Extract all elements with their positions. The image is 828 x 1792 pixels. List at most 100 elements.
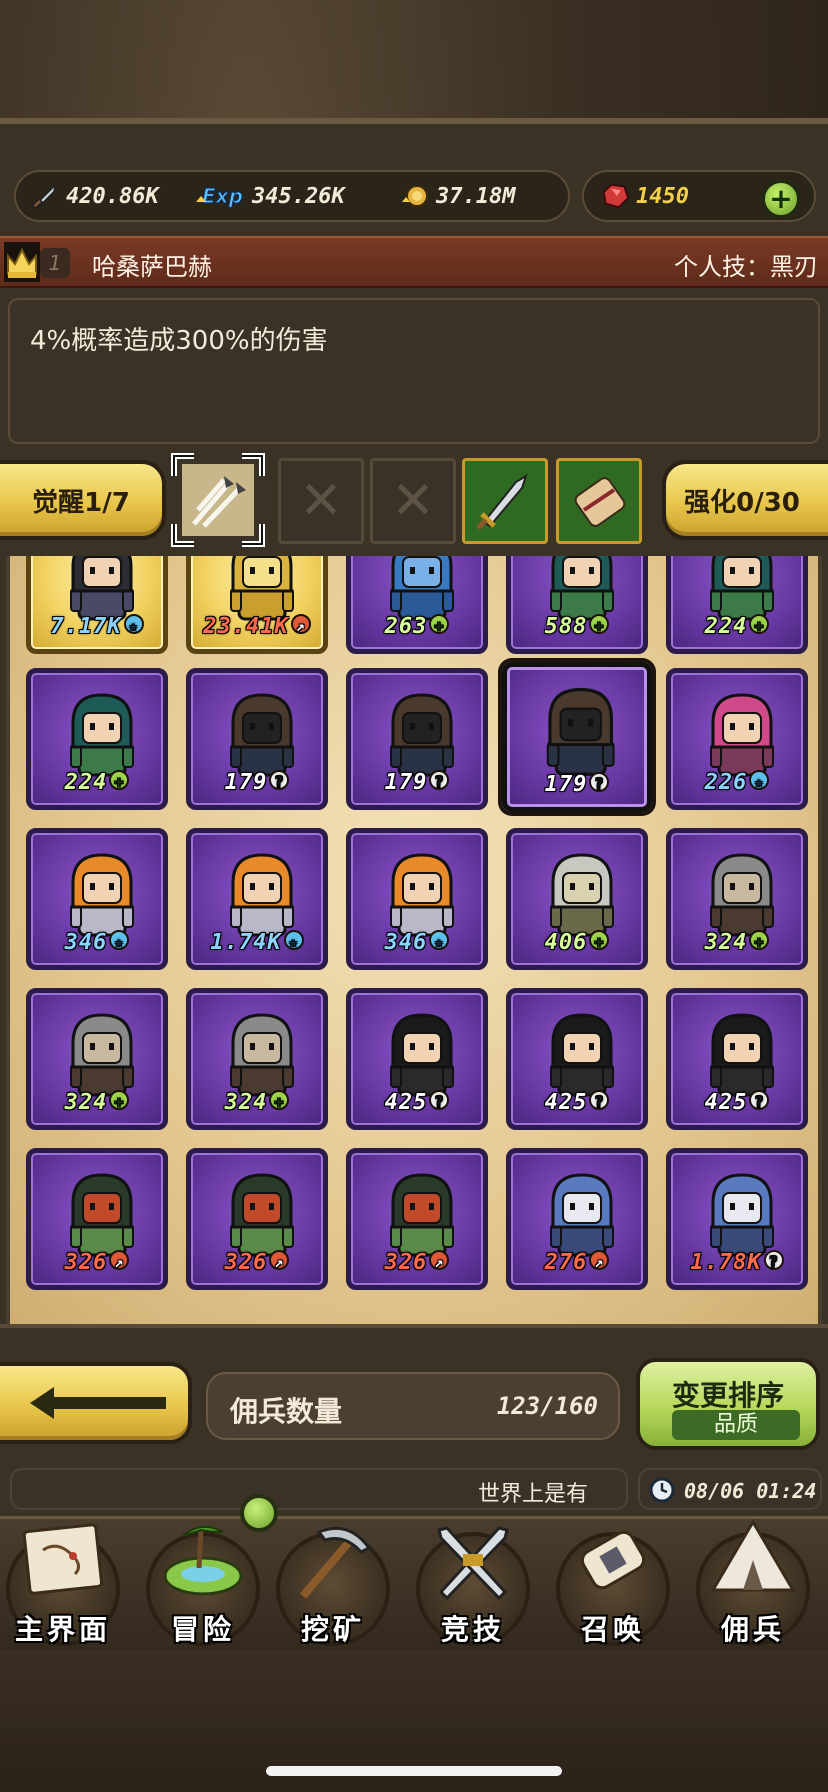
mercenary-card[interactable]: 326 ↗ [186,1148,328,1290]
mercenary-portrait-icon [710,1013,774,1097]
mercenary-level: 179? [351,770,483,795]
equip-slot-dagger[interactable] [462,458,548,544]
back-button[interactable] [0,1362,192,1444]
nav-item[interactable]: 召唤 [548,1510,678,1648]
mercenary-portrait-icon [230,1013,294,1097]
mercenary-card[interactable]: 425? [506,988,648,1130]
mercenary-card[interactable]: 346 ★ [26,828,168,970]
mercenary-level: 1.78K? [671,1250,803,1275]
gold-coin-icon [400,182,430,210]
mercenary-count-value: 123/160 [496,1392,598,1420]
skill-description: 4%概率造成300%的伤害 [30,326,328,356]
mercenary-card[interactable]: 588 + [506,556,648,654]
arrow-badge-icon: ↗ [109,1250,130,1271]
mercenary-card[interactable]: 324 + [186,988,328,1130]
awaken-button[interactable]: 觉醒1/7 [0,460,166,540]
enhance-button[interactable]: 强化0/30 [662,460,828,540]
mercenary-level-value: 425 [704,1090,748,1115]
mercenary-card[interactable]: 179? [186,668,328,810]
star-badge-icon: ★ [429,930,450,951]
nav-item[interactable]: 挖矿 [268,1510,398,1648]
crown-icon [2,240,42,284]
mercenary-level: 324 + [31,1090,163,1115]
question-badge-icon: ? [589,1090,610,1111]
mercenary-level-value: 179 [224,770,268,795]
mercenary-card[interactable]: 326 ↗ [26,1148,168,1290]
mercenary-level-value: 326 [384,1250,428,1275]
nav-item[interactable]: 冒险 [138,1510,268,1648]
mercenary-card[interactable]: 1.74K ★ [186,828,328,970]
mercenary-level-value: 263 [384,614,428,639]
island-icon [153,1510,253,1614]
mercenary-level-value: 226 [704,770,748,795]
nav-label: 佣兵 [720,1613,785,1646]
mercenary-card[interactable]: 1.78K? [666,1148,808,1290]
exp-resource: Exp 345.26K [196,182,345,210]
mercenary-card[interactable]: 324 + [26,988,168,1130]
star-badge-icon: ★ [283,930,304,951]
mercenary-portrait-icon [546,687,615,776]
mercenary-card[interactable]: 324 + [666,828,808,970]
mercenary-level: 326 ↗ [191,1250,323,1275]
selection-bracket-icon [171,453,265,547]
hero-name: 哈桑萨巴赫 [92,253,212,281]
gold-resource: 37.18M [400,182,515,210]
skill-slot-empty-1[interactable]: ✕ [278,458,364,544]
mercenary-card[interactable]: 406 + [506,828,648,970]
mercenary-card[interactable]: 7.17K ★ [26,556,168,654]
arrow-badge-icon: ↗ [269,1250,290,1271]
mercenary-card[interactable]: 179? [346,668,488,810]
mercenary-card[interactable]: 326 ↗ [346,1148,488,1290]
adventure-notification-dot [240,1494,278,1532]
mercenary-portrait-icon [550,1013,614,1097]
mercenary-level-value: 324 [64,1090,108,1115]
mercenary-portrait-icon [230,1173,294,1257]
nav-item[interactable]: 竞技 [408,1510,538,1648]
change-sort-label: 变更排序 [671,1379,784,1412]
mercenary-level: 179? [191,770,323,795]
mercenary-level: 326 ↗ [31,1250,163,1275]
mercenary-card[interactable]: 224 + [26,668,168,810]
mercenary-level: 324 + [671,930,803,955]
star-badge-icon: ★ [109,930,130,951]
mercenary-card[interactable]: 224 + [666,556,808,654]
nav-label: 挖矿 [300,1613,365,1646]
exp-icon-text: Exp [202,184,243,208]
equip-slot-scroll[interactable] [556,458,642,544]
question-badge-icon: ? [589,772,610,793]
skill-slot-selected[interactable] [171,453,265,547]
mercenary-level-value: 224 [704,614,748,639]
summon-scroll-icon [563,1510,663,1614]
skill-slot-empty-2[interactable]: ✕ [370,458,456,544]
mercenary-level-value: 346 [64,930,108,955]
mercenary-level-value: 326 [224,1250,268,1275]
mercenary-card[interactable]: 263 + [346,556,488,654]
mercenary-grid: 7.17K ★ 23.41K ↗ 263 +588 +224 +224 +179? 179? 179… [6,556,822,1324]
mercenary-card[interactable]: 276 ↗ [506,1148,648,1290]
plus-badge-icon: + [749,614,770,635]
enhance-label: 强化0/30 [684,487,800,518]
mercenary-level: 346 ★ [351,930,483,955]
plus-badge-icon: + [589,930,610,951]
nav-item[interactable]: 主界面 [0,1510,128,1648]
home-indicator[interactable] [266,1766,562,1776]
mercenary-portrait-icon [390,1013,454,1097]
mercenary-card[interactable]: 346 ★ [346,828,488,970]
nav-label: 召唤 [580,1613,645,1646]
mercenary-card[interactable]: 23.41K ↗ [186,556,328,654]
mercenary-level: 224 + [671,614,803,639]
mercenary-level: 226 ★ [671,770,803,795]
nav-item[interactable]: 佣兵 [688,1510,818,1648]
mercenary-card[interactable]: 425? [666,988,808,1130]
clock-time: 08/06 01:24 [684,1479,817,1503]
add-gems-button[interactable]: + [762,180,800,218]
mercenary-card[interactable]: 179? [502,662,652,812]
mercenary-portrait-icon [390,1173,454,1257]
locked-x-icon: ✕ [391,471,435,531]
mercenary-card[interactable]: 425? [346,988,488,1130]
mercenary-level-value: 1.74K [210,930,282,955]
mercenary-portrait-icon [70,853,134,937]
mercenary-card[interactable]: 226 ★ [666,668,808,810]
mercenary-portrait-icon [710,693,774,777]
mercenary-level-value: 406 [544,930,588,955]
